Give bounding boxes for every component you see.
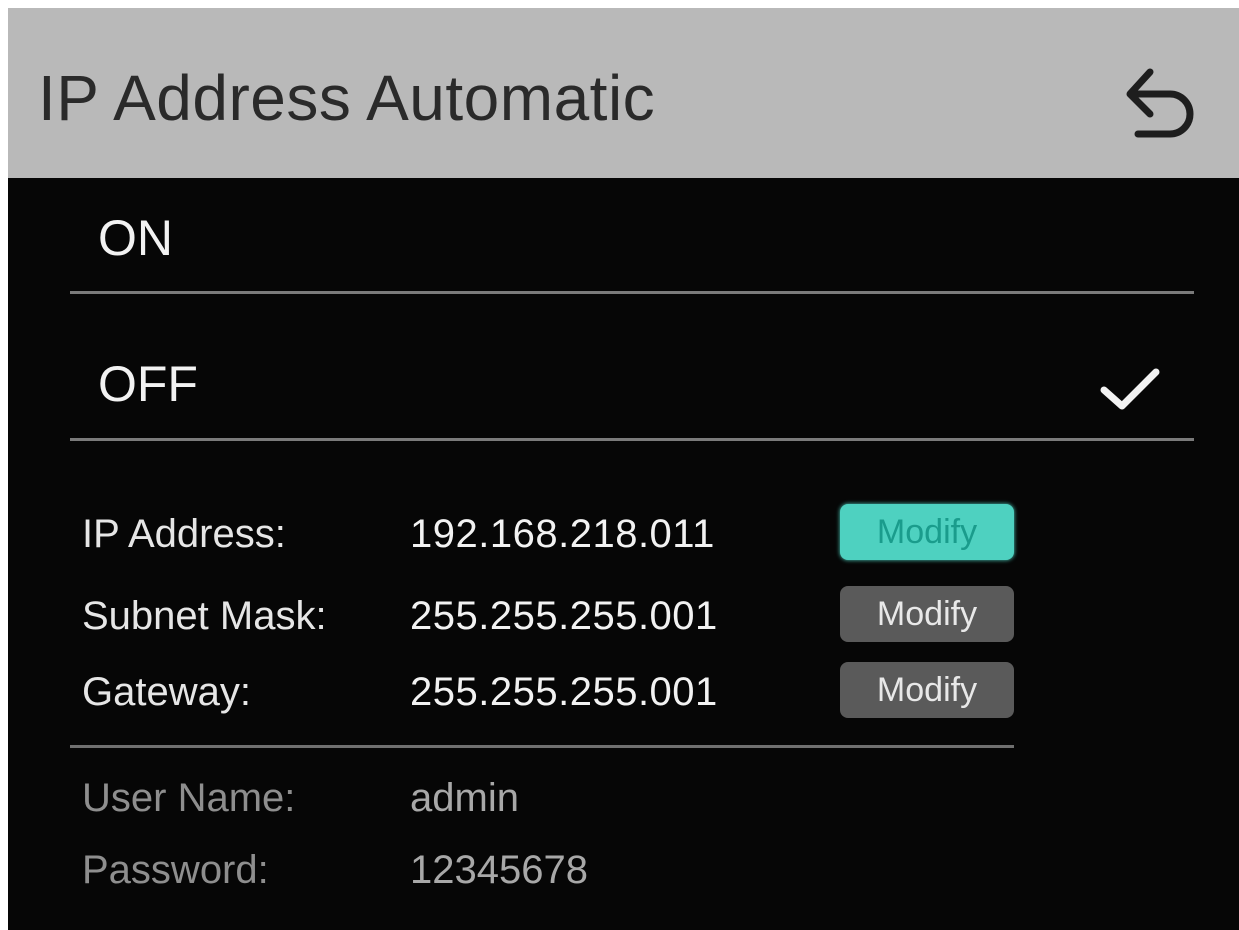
ip-address-label: IP Address: — [82, 512, 286, 556]
subnet-mask-label: Subnet Mask: — [82, 594, 327, 638]
modify-subnet-mask-button[interactable]: Modify — [840, 586, 1014, 642]
option-on[interactable]: ON — [70, 178, 1194, 298]
ip-address-value: 192.168.218.011 — [410, 512, 715, 556]
divider — [70, 291, 1194, 294]
password-value: 12345678 — [410, 848, 588, 892]
user-name-row: User Name: admin — [82, 768, 882, 828]
option-off-label: OFF — [98, 356, 198, 412]
user-name-label: User Name: — [82, 776, 296, 820]
user-name-value: admin — [410, 776, 519, 820]
option-on-label: ON — [98, 210, 173, 266]
subnet-mask-value: 255.255.255.001 — [410, 594, 718, 638]
option-off[interactable]: OFF — [70, 324, 1194, 444]
checkmark-icon — [1100, 368, 1160, 410]
subnet-mask-row: Subnet Mask: 255.255.255.001 Modify — [82, 584, 1042, 648]
title-bar: IP Address Automatic — [8, 8, 1239, 178]
gateway-label: Gateway: — [82, 670, 251, 714]
divider — [70, 438, 1194, 441]
password-label: Password: — [82, 848, 269, 892]
modify-ip-address-button[interactable]: Modify — [840, 504, 1014, 560]
page-title: IP Address Automatic — [38, 62, 656, 134]
modify-gateway-button[interactable]: Modify — [840, 662, 1014, 718]
gateway-row: Gateway: 255.255.255.001 Modify — [82, 660, 1042, 724]
gateway-value: 255.255.255.001 — [410, 670, 718, 714]
divider — [70, 745, 1014, 748]
undo-arrow-icon — [1126, 68, 1194, 138]
back-button[interactable] — [1112, 58, 1202, 140]
settings-screen: IP Address Automatic ON OFF IP Address: … — [8, 8, 1239, 930]
ip-address-row: IP Address: 192.168.218.011 Modify — [82, 502, 1042, 566]
password-row: Password: 12345678 — [82, 840, 882, 900]
